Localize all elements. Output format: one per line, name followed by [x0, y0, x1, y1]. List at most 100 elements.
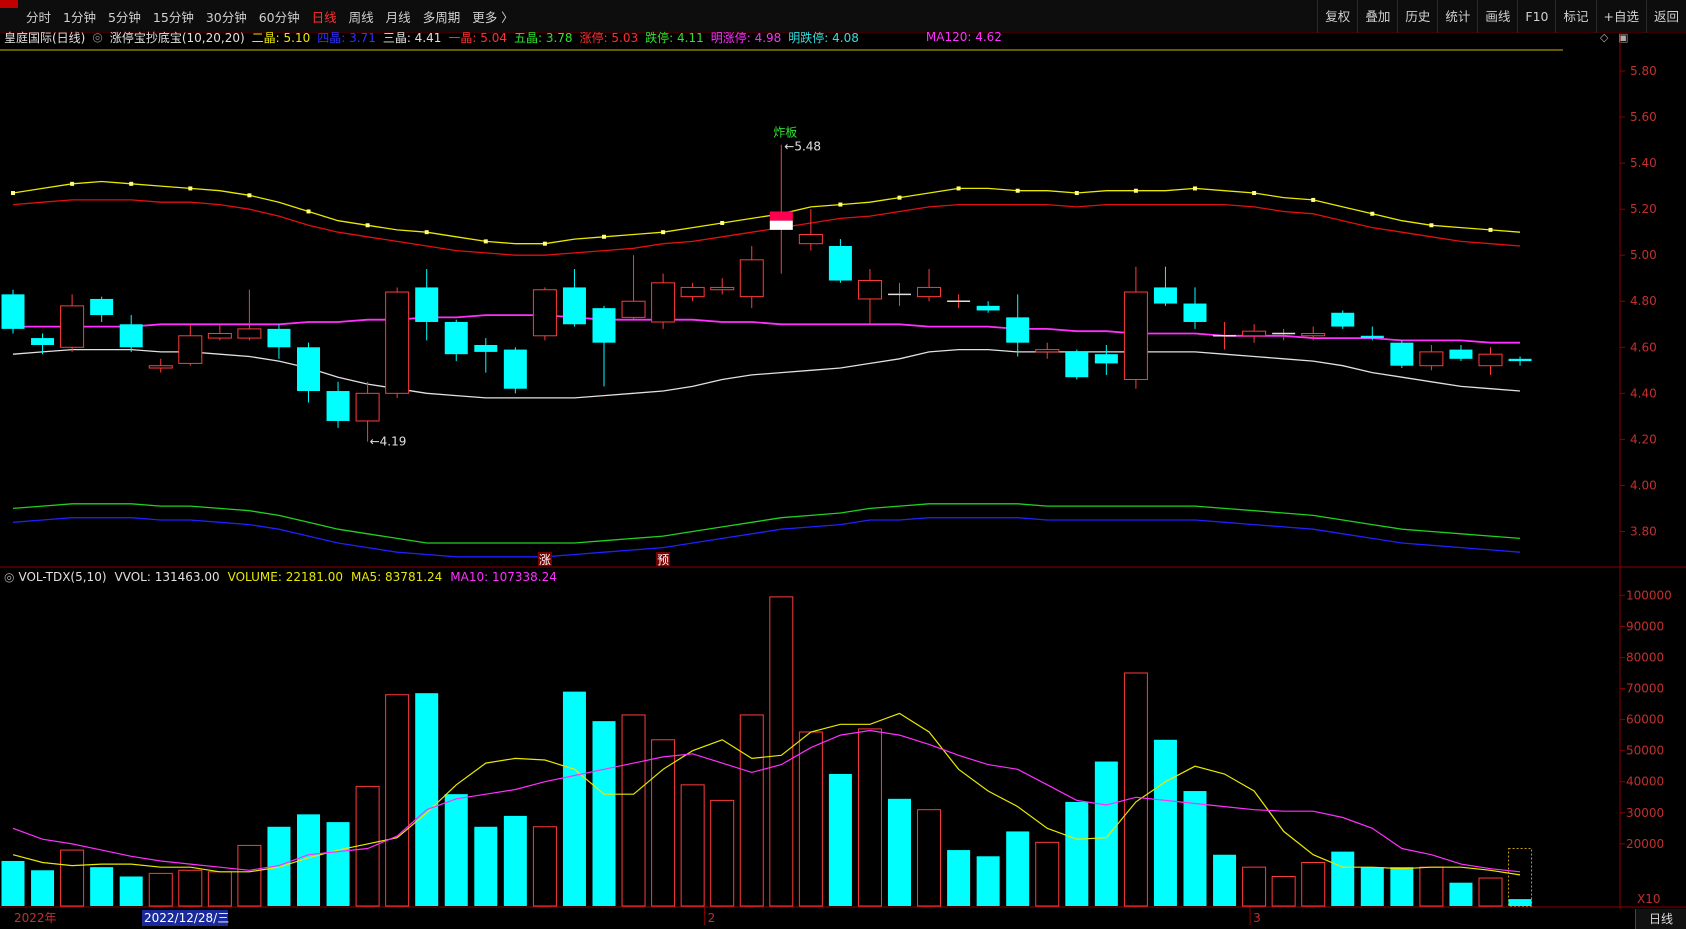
volume-bar-down — [1390, 867, 1414, 906]
candle-body-down — [119, 324, 143, 348]
candle-body-up — [1301, 332, 1326, 337]
volume-tick-label: 30000 — [1626, 806, 1664, 820]
price-tick-label: 4.60 — [1630, 340, 1657, 354]
candle-body-up — [917, 286, 942, 298]
volume-bar-down — [976, 856, 1000, 906]
volume-bar-up — [385, 694, 410, 907]
candle-body-down — [297, 347, 320, 392]
volume-tick-label: 50000 — [1626, 744, 1664, 758]
volume-bar-up — [621, 714, 646, 907]
volume-tick-label: 20000 — [1626, 837, 1664, 851]
candle-body-down — [1331, 312, 1355, 327]
marker-yu: 预 — [657, 553, 669, 567]
candle-body-down — [1508, 358, 1532, 362]
band-top-dot — [1074, 191, 1079, 196]
volume-bar-down — [1360, 867, 1384, 906]
price-tick-label: 4.80 — [1630, 294, 1657, 308]
volume-bar-up — [1271, 875, 1296, 907]
candle-body-down — [1390, 342, 1414, 366]
date-month-2: 2 — [708, 911, 716, 925]
volume-bar-up — [60, 849, 85, 907]
band-top-dot — [1133, 188, 1138, 193]
volume-bar-down — [503, 815, 527, 906]
candle-body-special-top — [769, 211, 793, 221]
status-period[interactable]: 日线 — [1635, 909, 1686, 929]
candle-body-special-bottom — [769, 220, 793, 230]
candle-body-up — [60, 305, 85, 348]
candle-body-down — [444, 321, 468, 355]
price-tick-label: 5.40 — [1630, 156, 1657, 170]
price-tick-label: 3.80 — [1630, 524, 1657, 538]
volume-bar-up — [1478, 877, 1503, 907]
candle-body-down — [1183, 303, 1207, 322]
volume-bar-down — [474, 826, 498, 906]
volume-unit-label: X10 — [1637, 892, 1661, 906]
candle-body-down — [592, 308, 616, 343]
volume-bar-down — [1213, 854, 1237, 906]
candle-body-down — [562, 287, 586, 325]
volume-bar-up — [769, 596, 794, 907]
band-top-dot — [720, 220, 725, 225]
band-top-dot — [1015, 188, 1020, 193]
band-red-line — [12, 199, 1521, 256]
candle-body-down — [1360, 335, 1384, 339]
volume-bar-up — [680, 784, 705, 907]
date-month-3: 3 — [1253, 911, 1261, 925]
candle-body-down — [1094, 354, 1118, 364]
volume-bar-down — [1508, 899, 1532, 906]
candle-body-up — [178, 335, 203, 364]
signal-label: 炸板 — [773, 126, 797, 140]
band-top-dot — [424, 230, 429, 235]
volume-tick-label: 70000 — [1626, 682, 1664, 696]
volume-bar-down — [1065, 801, 1089, 906]
band-top-dot — [483, 239, 488, 244]
candle-body-down — [267, 328, 291, 348]
candle-body-up — [680, 286, 705, 298]
volume-bar-down — [562, 691, 586, 906]
price-tick-label: 4.20 — [1630, 432, 1657, 446]
price-tick-label: 5.60 — [1630, 110, 1657, 124]
candle-body-up — [532, 289, 557, 337]
volume-bar-up — [237, 844, 262, 907]
volume-bar-up — [1301, 862, 1326, 907]
candle-body-up — [207, 332, 232, 339]
kline-chart[interactable]: 5.80 5.60 5.40 5.20 5.00 4.80 4.60 4.40 4.20 4.00… — [0, 0, 1686, 929]
candle-body-down — [1153, 287, 1177, 304]
volume-tick-label: 80000 — [1626, 650, 1664, 664]
candle-body-up — [385, 291, 410, 394]
volume-bar-up — [739, 714, 764, 907]
band-top-dot — [956, 186, 961, 191]
volume-bar-down — [888, 798, 911, 906]
band-top-dot — [1193, 186, 1197, 191]
band-top-dot — [1252, 191, 1257, 196]
volume-bar-down — [1449, 882, 1473, 906]
volume-bar-up — [917, 809, 942, 907]
marker-zhang: 涨 — [539, 552, 551, 567]
volume-bar-up — [798, 731, 823, 907]
band-top-dot — [1429, 223, 1434, 228]
candle-body-down — [90, 298, 114, 316]
high-price-label: ←5.48 — [784, 140, 821, 154]
candle-body-down — [1006, 317, 1030, 343]
band-top-dot — [70, 181, 75, 186]
candle-body-down — [1065, 351, 1089, 378]
volume-bar-pending — [1508, 848, 1533, 907]
volume-bar-up — [148, 872, 173, 907]
candle-body-down — [415, 287, 439, 322]
band-top-dot — [129, 181, 134, 186]
band-top-dot — [188, 186, 193, 191]
candle-body-up — [710, 286, 735, 291]
volume-bar-down — [592, 721, 616, 906]
band-top-dot — [897, 195, 902, 200]
volume-bar-down — [444, 794, 468, 906]
candle-body-up — [1419, 351, 1444, 367]
volume-bar-up — [207, 871, 232, 907]
candle-body-up — [651, 282, 676, 323]
candle-body-up — [1123, 291, 1148, 381]
volume-tick-label: 40000 — [1626, 775, 1664, 789]
candle-body-down — [474, 344, 498, 352]
band-top-dot — [365, 223, 370, 228]
candle-body-down — [1449, 349, 1473, 359]
candle-body-up — [148, 365, 173, 369]
price-tick-label: 4.00 — [1630, 478, 1657, 492]
